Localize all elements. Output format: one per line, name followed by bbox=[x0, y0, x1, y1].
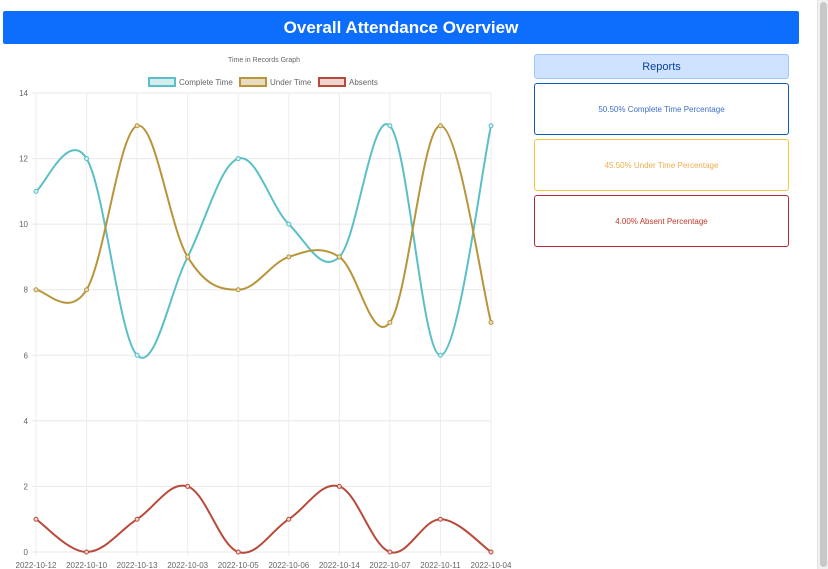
y-tick-label: 10 bbox=[19, 220, 28, 229]
data-point bbox=[437, 516, 443, 522]
legend-swatch bbox=[318, 77, 346, 87]
data-point bbox=[235, 549, 241, 555]
data-point bbox=[185, 483, 191, 489]
legend-label: Complete Time bbox=[179, 78, 233, 87]
legend-swatch bbox=[148, 77, 176, 87]
page-title: Overall Attendance Overview bbox=[283, 17, 519, 37]
x-tick-label: 2022-10-05 bbox=[218, 561, 259, 569]
data-point bbox=[336, 254, 342, 260]
series-line bbox=[35, 484, 492, 554]
attendance-chart-svg: Time in Records Graph 0 2 4 6 8 10 12 14 2022-10-… bbox=[16, 57, 512, 569]
reports-panel: Reports 50.50% Complete Time Percentage … bbox=[534, 54, 789, 247]
data-point bbox=[286, 516, 292, 522]
y-tick-label: 8 bbox=[24, 286, 29, 295]
complete-time-percentage-text: 50.50% Complete Time Percentage bbox=[598, 104, 725, 114]
data-point bbox=[33, 516, 39, 522]
page: Overall Attendance Overview Time in Reco… bbox=[0, 0, 828, 569]
data-point bbox=[84, 287, 90, 293]
complete-time-percentage-card: 50.50% Complete Time Percentage bbox=[534, 83, 789, 135]
x-tick-label: 2022-10-06 bbox=[268, 561, 309, 569]
data-point bbox=[336, 483, 342, 489]
data-point bbox=[84, 156, 90, 162]
data-point bbox=[286, 254, 292, 260]
legend-swatch bbox=[239, 77, 267, 87]
data-point bbox=[437, 123, 443, 129]
data-point bbox=[235, 287, 241, 293]
x-tick-label: 2022-10-14 bbox=[319, 561, 360, 569]
x-tick-label: 2022-10-13 bbox=[117, 561, 158, 569]
y-tick-label: 2 bbox=[24, 482, 29, 491]
data-point bbox=[33, 287, 39, 293]
x-tick-label: 2022-10-10 bbox=[66, 561, 107, 569]
y-tick-label: 4 bbox=[24, 417, 29, 426]
absent-percentage-card: 4.00% Absent Percentage bbox=[534, 195, 789, 247]
x-tick-label: 2022-10-12 bbox=[16, 561, 57, 569]
y-tick-label: 0 bbox=[24, 548, 29, 557]
data-point bbox=[235, 156, 241, 162]
legend-label: Under Time bbox=[270, 78, 312, 87]
reports-header[interactable]: Reports bbox=[534, 54, 789, 79]
data-point bbox=[488, 320, 494, 325]
data-point bbox=[387, 123, 393, 129]
data-point bbox=[488, 123, 494, 129]
data-point bbox=[488, 549, 494, 555]
legend-label: Absents bbox=[349, 78, 378, 87]
x-tick-label: 2022-10-11 bbox=[420, 561, 461, 569]
data-point bbox=[33, 188, 39, 194]
reports-title: Reports bbox=[642, 60, 681, 73]
x-tick-label: 2022-10-04 bbox=[471, 561, 512, 569]
series-line bbox=[35, 123, 492, 359]
x-tick-label: 2022-10-03 bbox=[167, 561, 208, 569]
under-time-percentage-text: 45.50% Under Time Percentage bbox=[604, 160, 719, 170]
data-point bbox=[387, 549, 393, 555]
x-tick-label: 2022-10-07 bbox=[369, 561, 410, 569]
absent-percentage-text: 4.00% Absent Percentage bbox=[615, 216, 708, 226]
y-tick-label: 6 bbox=[24, 351, 29, 360]
vertical-scrollbar[interactable] bbox=[817, 0, 828, 569]
y-tick-label: 14 bbox=[19, 89, 28, 98]
data-point bbox=[84, 549, 90, 555]
data-point bbox=[437, 352, 443, 358]
data-point bbox=[185, 254, 191, 260]
data-point bbox=[134, 123, 140, 129]
data-point bbox=[134, 516, 140, 522]
data-point bbox=[387, 320, 393, 325]
attendance-chart: Time in Records Graph 0 2 4 6 8 10 12 14 2022-10-… bbox=[0, 50, 520, 569]
page-header: Overall Attendance Overview bbox=[3, 11, 799, 44]
data-point bbox=[286, 221, 292, 227]
under-time-percentage-card: 45.50% Under Time Percentage bbox=[534, 139, 789, 191]
chart-title: Time in Records Graph bbox=[228, 57, 300, 64]
y-tick-label: 12 bbox=[19, 155, 28, 164]
scrollbar-thumb[interactable] bbox=[820, 2, 827, 567]
data-point bbox=[134, 352, 140, 358]
